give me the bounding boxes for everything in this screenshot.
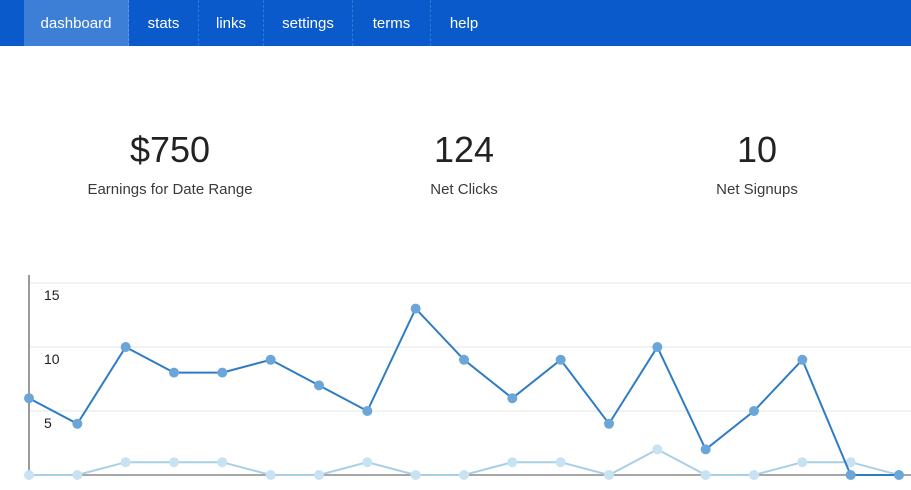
- data-point: [652, 444, 663, 455]
- nav-item-stats[interactable]: stats: [129, 0, 199, 46]
- data-point: [72, 470, 83, 480]
- data-point: [700, 444, 711, 455]
- clicks-value: 124: [433, 129, 495, 170]
- series-line: [28, 306, 899, 476]
- stat-clicks: 124 Net Clicks: [344, 120, 584, 200]
- data-point: [217, 367, 228, 378]
- data-point: [72, 418, 83, 429]
- nav-item-terms[interactable]: terms: [353, 0, 431, 46]
- nav-item-dashboard[interactable]: dashboard: [24, 0, 129, 46]
- signups-label: Net Signups: [716, 181, 798, 198]
- earnings-label: Earnings for Date Range: [87, 181, 253, 198]
- nav-item-settings[interactable]: settings: [264, 0, 353, 46]
- data-point: [314, 470, 324, 480]
- data-point: [265, 470, 276, 480]
- data-point: [217, 457, 228, 468]
- data-point: [797, 354, 808, 365]
- nav-item-help[interactable]: help: [431, 0, 497, 46]
- data-point: [314, 380, 324, 391]
- data-point: [555, 354, 566, 365]
- y-tick-label: 15: [44, 287, 60, 303]
- stat-signups: 10 Net Signups: [637, 120, 877, 200]
- data-point: [894, 470, 904, 480]
- data-point: [604, 418, 614, 429]
- data-point: [169, 457, 179, 468]
- activity-chart: 5 10 15: [0, 270, 911, 485]
- data-point: [845, 470, 856, 480]
- data-point: [410, 470, 421, 480]
- data-point: [507, 393, 518, 404]
- nav-item-links[interactable]: links: [199, 0, 264, 46]
- data-point: [604, 470, 614, 480]
- earnings-value: $750: [129, 129, 211, 170]
- data-point: [24, 470, 34, 480]
- stat-earnings: $750 Earnings for Date Range: [50, 120, 290, 200]
- y-tick-label: 10: [44, 351, 60, 367]
- activity-chart-svg: 5 10 15: [24, 275, 911, 480]
- data-point: [169, 367, 179, 378]
- top-navbar: dashboard stats links settings terms hel…: [0, 0, 911, 46]
- data-point: [120, 457, 131, 468]
- clicks-label: Net Clicks: [430, 181, 498, 198]
- data-point: [700, 470, 711, 480]
- data-point: [459, 354, 469, 365]
- data-point: [362, 406, 373, 416]
- data-point: [749, 406, 759, 416]
- signups-value: 10: [736, 129, 778, 170]
- data-point: [507, 457, 518, 468]
- data-point: [410, 303, 421, 314]
- data-point: [555, 457, 566, 468]
- data-point: [459, 470, 469, 480]
- data-point: [749, 470, 759, 480]
- data-point: [120, 342, 131, 352]
- stats-summary: $750 Earnings for Date Range 124 Net Cli…: [0, 120, 911, 220]
- data-point: [362, 457, 373, 468]
- data-point: [797, 457, 808, 468]
- y-tick-label: 5: [44, 415, 52, 431]
- data-point: [265, 354, 276, 365]
- data-point: [652, 342, 663, 352]
- data-point: [24, 393, 34, 404]
